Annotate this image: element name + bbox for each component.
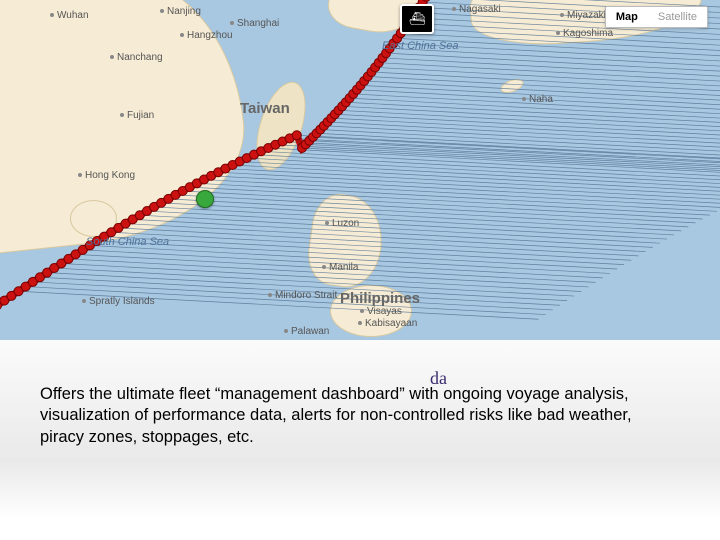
country-label: Philippines — [340, 290, 420, 307]
city-label: Fujian — [120, 110, 154, 121]
ship-icon[interactable]: ⛴ — [400, 4, 434, 34]
land-luzon — [304, 190, 388, 291]
city-label: Hangzhou — [180, 30, 233, 41]
city-label: Nagasaki — [452, 4, 501, 15]
city-label: Visayas — [360, 306, 402, 317]
country-label: Taiwan — [240, 100, 290, 117]
city-label: Naha — [522, 94, 553, 105]
city-label: Nanjing — [160, 6, 201, 17]
city-label: Wuhan — [50, 10, 89, 21]
caption-text: Offers the ultimate fleet “management da… — [40, 384, 680, 448]
sea-label: South China Sea — [86, 236, 169, 248]
ship-glyph: ⛴ — [409, 11, 426, 27]
land-hainan — [70, 200, 117, 237]
city-label: Kabisayaan — [358, 318, 417, 329]
city-label: Miyazaki — [560, 10, 606, 21]
map-area[interactable]: ⛴ Wuhan Nanjing HangzhouShanghai Nanchang Fu… — [0, 0, 720, 340]
sea-label: East China Sea — [382, 40, 458, 52]
land-taiwan — [247, 76, 315, 176]
city-label: Nanchang — [110, 52, 163, 63]
map-type-satellite-button[interactable]: Satellite — [648, 7, 707, 27]
city-label: Spratly Islands — [82, 296, 155, 307]
map-type-map-button[interactable]: Map — [606, 7, 648, 27]
map-type-toggle: Map Satellite — [605, 6, 708, 28]
city-label: Mindoro Strait — [268, 290, 337, 301]
city-label: Hong Kong — [78, 170, 135, 181]
caption-area: da Offers the ultimate fleet “management… — [0, 340, 720, 540]
city-label: Manila — [322, 262, 358, 273]
current-position-marker[interactable] — [196, 190, 214, 208]
land-okinawa — [499, 76, 526, 95]
city-label: Kagoshima — [556, 28, 613, 39]
city-label: Palawan — [284, 326, 329, 337]
city-label: Shanghai — [230, 18, 279, 29]
city-label: Luzon — [325, 218, 359, 229]
